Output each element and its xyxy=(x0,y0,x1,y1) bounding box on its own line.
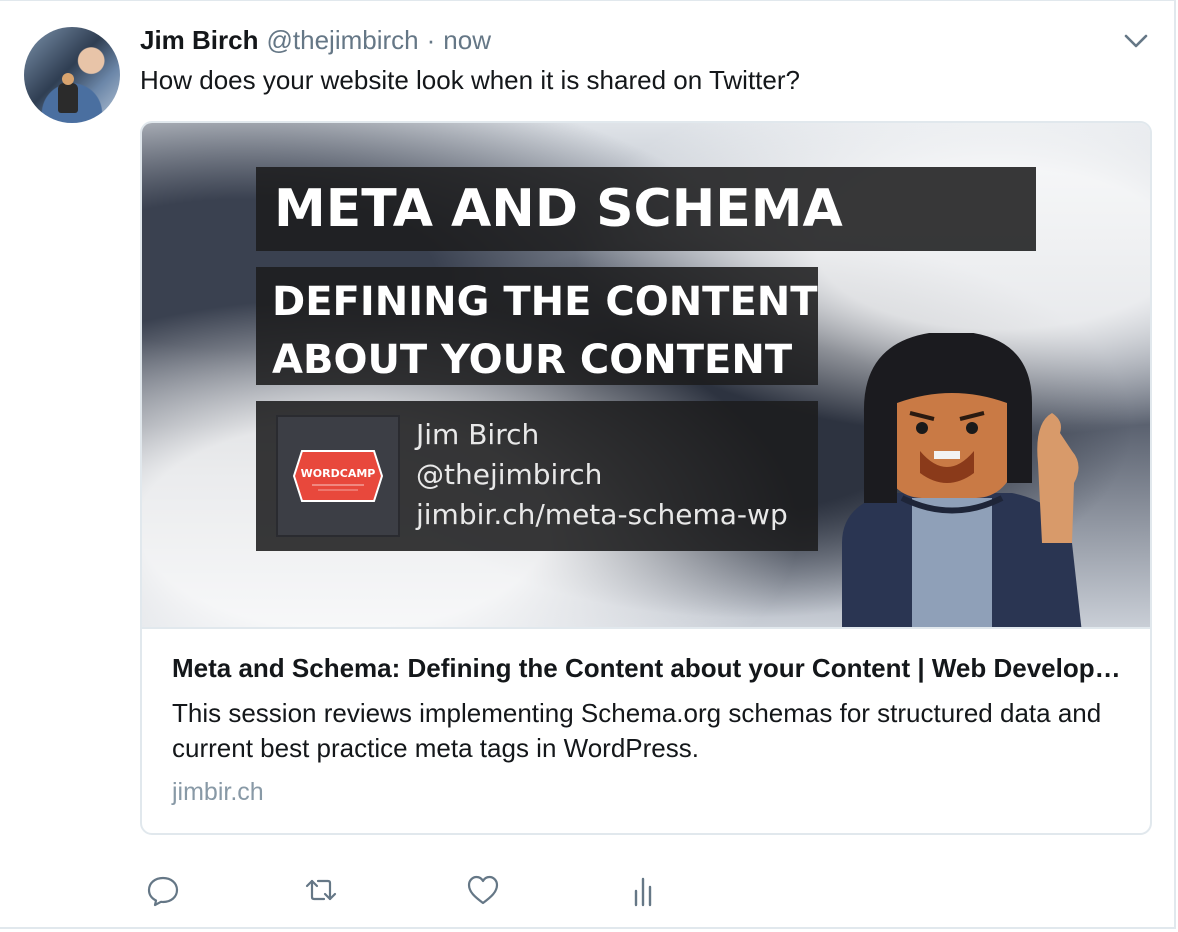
heart-icon xyxy=(467,875,499,905)
separator: · xyxy=(426,25,436,55)
tweet-actions xyxy=(146,873,666,913)
chevron-down-icon[interactable] xyxy=(1122,31,1150,51)
like-button[interactable] xyxy=(466,873,500,907)
presenter-info: Jim Birch @thejimbirch jimbir.ch/meta-sc… xyxy=(416,415,788,535)
presenter-url: jimbir.ch/meta-schema-wp xyxy=(416,498,788,531)
reply-icon xyxy=(147,876,179,907)
card-image[interactable]: META AND SCHEMA DEFINING THE CONTENT ABO… xyxy=(142,123,1150,629)
wordcamp-logo-text: WORDCAMP xyxy=(301,467,376,480)
retweet-icon xyxy=(305,879,337,901)
author-name[interactable]: Jim Birch xyxy=(140,25,259,56)
lego-minifigure-image xyxy=(842,333,1082,627)
wordcamp-logo: WORDCAMP xyxy=(276,415,400,537)
avatar[interactable] xyxy=(24,27,120,123)
link-card[interactable]: META AND SCHEMA DEFINING THE CONTENT ABO… xyxy=(140,121,1152,835)
avatar-figure xyxy=(58,73,78,113)
retweet-button[interactable] xyxy=(304,873,338,907)
tweet-header: Jim Birch @thejimbirch · now xyxy=(140,25,491,59)
card-image-heading: META AND SCHEMA xyxy=(256,167,1036,251)
tweet-text: How does your website look when it is sh… xyxy=(140,65,800,95)
card-image-subheading-line2: ABOUT YOUR CONTENT xyxy=(272,337,793,383)
author-handle[interactable]: @thejimbirch xyxy=(267,25,419,56)
analytics-button[interactable] xyxy=(626,873,660,907)
card-title[interactable]: Meta and Schema: Defining the Content ab… xyxy=(172,653,1124,684)
reply-button[interactable] xyxy=(146,873,180,907)
wordcamp-badge-icon: WORDCAMP xyxy=(292,450,384,502)
tweet[interactable]: Jim Birch @thejimbirch · now How does yo… xyxy=(0,0,1176,929)
card-domain: jimbir.ch xyxy=(172,778,264,806)
card-description: This session reviews implementing Schema… xyxy=(172,698,1102,763)
presenter-handle: @thejimbirch xyxy=(416,458,603,491)
card-body[interactable]: Meta and Schema: Defining the Content ab… xyxy=(172,653,1132,807)
timestamp[interactable]: now xyxy=(443,25,491,56)
card-image-subheading-line1: DEFINING THE CONTENT xyxy=(272,279,818,325)
analytics-icon xyxy=(634,877,652,907)
card-image-subheading: DEFINING THE CONTENT ABOUT YOUR CONTENT xyxy=(256,267,818,385)
card-image-presenter: WORDCAMP Jim Birch @thejimbirch jimbir.c… xyxy=(256,401,818,551)
presenter-name: Jim Birch xyxy=(416,418,540,451)
